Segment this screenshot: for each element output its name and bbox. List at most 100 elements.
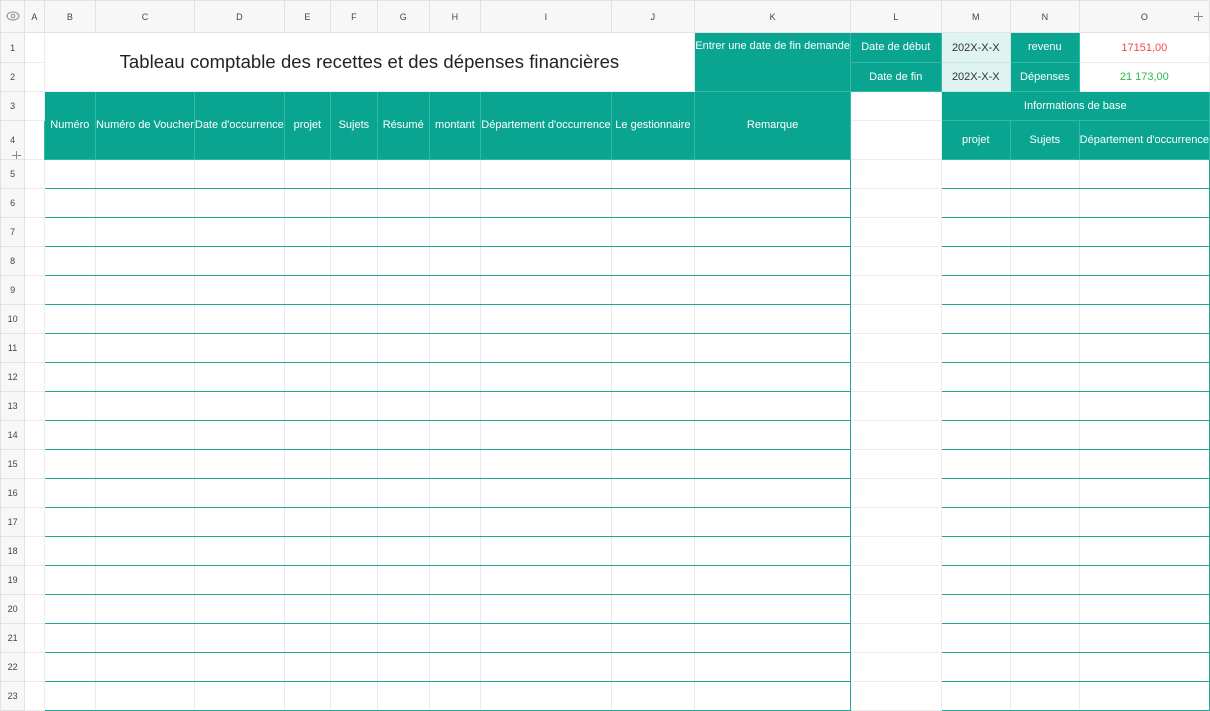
row-header[interactable]: 8 <box>0 246 26 276</box>
cell[interactable] <box>480 652 612 682</box>
cell[interactable] <box>95 188 195 218</box>
cell[interactable] <box>376 217 430 247</box>
cell[interactable] <box>24 159 45 189</box>
cell[interactable] <box>940 449 1012 479</box>
cell[interactable] <box>940 594 1012 624</box>
column-header[interactable]: L <box>849 0 942 33</box>
start-date-label[interactable]: Date de début <box>849 32 942 63</box>
cell[interactable] <box>849 333 942 363</box>
cell[interactable] <box>1010 623 1080 653</box>
cell[interactable] <box>329 217 378 247</box>
cell[interactable] <box>849 275 942 305</box>
cell[interactable] <box>610 304 696 334</box>
cell[interactable] <box>480 275 612 305</box>
cell[interactable] <box>1078 275 1210 305</box>
column-header[interactable]: F <box>329 0 378 33</box>
header-numero-voucher[interactable]: Numéro de Voucher <box>95 91 195 160</box>
cell[interactable] <box>24 420 45 450</box>
cell[interactable] <box>940 275 1012 305</box>
cell[interactable] <box>610 391 696 421</box>
cell[interactable] <box>43 159 97 189</box>
column-header-o[interactable]: O <box>1078 0 1210 33</box>
cell[interactable] <box>610 362 696 392</box>
cell[interactable] <box>694 507 851 537</box>
cell[interactable] <box>428 333 482 363</box>
cell[interactable] <box>376 565 430 595</box>
cell[interactable] <box>193 188 285 218</box>
cell[interactable] <box>283 478 331 508</box>
cell[interactable] <box>24 188 45 218</box>
cell[interactable] <box>428 478 482 508</box>
header-resume[interactable]: Résumé <box>376 91 430 160</box>
column-header[interactable]: K <box>694 0 851 33</box>
cell[interactable] <box>193 333 285 363</box>
cell[interactable] <box>329 565 378 595</box>
basic-info-departement[interactable]: Département d'occurrence <box>1078 120 1210 160</box>
row-header[interactable]: 21 <box>0 623 26 653</box>
row-header[interactable]: 16 <box>0 478 26 508</box>
cell[interactable] <box>1010 594 1080 624</box>
cell[interactable] <box>329 391 378 421</box>
cell[interactable] <box>193 391 285 421</box>
cell[interactable] <box>329 449 378 479</box>
cell[interactable] <box>849 536 942 566</box>
header-remarque[interactable]: Remarque <box>694 91 851 160</box>
cell[interactable] <box>1078 246 1210 276</box>
cell[interactable] <box>193 275 285 305</box>
cell[interactable] <box>480 449 612 479</box>
cell[interactable] <box>1078 594 1210 624</box>
cell[interactable] <box>940 362 1012 392</box>
cell[interactable] <box>1078 420 1210 450</box>
cell[interactable] <box>428 449 482 479</box>
cell[interactable] <box>43 188 97 218</box>
cell[interactable] <box>480 594 612 624</box>
row-header[interactable]: 15 <box>0 449 26 479</box>
cell[interactable] <box>193 159 285 189</box>
column-header[interactable]: N <box>1010 0 1080 33</box>
cell[interactable] <box>24 62 45 92</box>
cell[interactable] <box>694 362 851 392</box>
start-date-value[interactable]: 202X-X-X <box>940 32 1012 63</box>
row-header[interactable]: 1 <box>0 32 26 63</box>
basic-info-projet[interactable]: projet <box>940 120 1012 160</box>
row-header[interactable]: 12 <box>0 362 26 392</box>
cell[interactable] <box>43 449 97 479</box>
cell[interactable] <box>480 304 612 334</box>
cell[interactable] <box>193 449 285 479</box>
cell[interactable] <box>610 565 696 595</box>
sheet-title[interactable]: Tableau comptable des recettes et des dé… <box>43 32 696 92</box>
row-header[interactable]: 18 <box>0 536 26 566</box>
cell[interactable] <box>694 594 851 624</box>
cell[interactable] <box>376 652 430 682</box>
cell[interactable] <box>329 188 378 218</box>
cell[interactable] <box>283 362 331 392</box>
cell[interactable] <box>283 681 331 711</box>
cell[interactable] <box>283 652 331 682</box>
cell[interactable] <box>610 478 696 508</box>
cell[interactable] <box>610 275 696 305</box>
column-header[interactable]: J <box>610 0 696 33</box>
cell[interactable] <box>329 246 378 276</box>
cell[interactable] <box>428 275 482 305</box>
cell[interactable] <box>376 623 430 653</box>
row-header[interactable]: 19 <box>0 565 26 595</box>
enter-end-date-label[interactable]: Entrer une date de fin demande <box>694 32 851 92</box>
cell[interactable] <box>480 333 612 363</box>
grip-icon[interactable] <box>12 151 21 159</box>
cell[interactable] <box>193 507 285 537</box>
column-header[interactable]: E <box>283 0 331 33</box>
column-header[interactable]: C <box>95 0 195 33</box>
cell[interactable] <box>940 217 1012 247</box>
cell[interactable] <box>283 449 331 479</box>
cell[interactable] <box>1078 188 1210 218</box>
cell[interactable] <box>43 565 97 595</box>
cell[interactable] <box>1078 565 1210 595</box>
cell[interactable] <box>480 478 612 508</box>
cell[interactable] <box>428 159 482 189</box>
end-date-label[interactable]: Date de fin <box>849 62 942 92</box>
cell[interactable] <box>376 275 430 305</box>
cell[interactable] <box>24 32 45 63</box>
cell[interactable] <box>24 623 45 653</box>
cell[interactable] <box>376 594 430 624</box>
cell[interactable] <box>283 159 331 189</box>
